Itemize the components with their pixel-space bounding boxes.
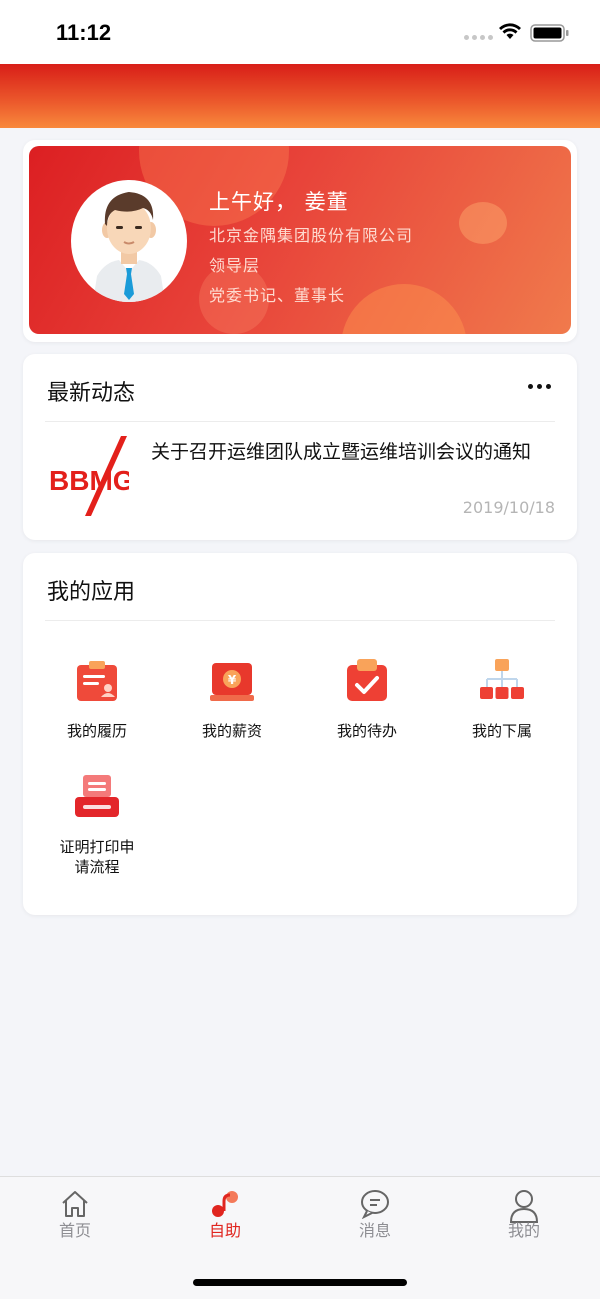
message-icon [361,1190,389,1219]
app-label: 我的薪资 [201,722,262,740]
avatar[interactable] [71,180,187,302]
bbmg-logo-text: BBMG [49,465,129,496]
greeting-text: 上午好， 姜董 [209,190,349,214]
app-label: 我的下属 [471,722,532,740]
app-label: 我的待办 [336,722,397,740]
printer-icon [75,775,119,817]
tab-self-service[interactable]: 自助 [185,1189,265,1241]
news-card: 最新动态 BBMG 关于召开运维团队成立暨运维培训会议的通知 2019/10/1… [23,354,577,540]
resume-icon [77,661,117,701]
subordinates-icon [480,659,524,699]
tab-label: 我的 [507,1221,540,1240]
app-subordinates[interactable]: 我的下属 [447,657,557,741]
home-indicator [193,1279,407,1286]
app-resume[interactable]: 我的履历 [42,657,152,741]
decorative-circle [341,284,467,334]
home-icon [62,1191,88,1217]
svg-text:¥: ¥ [228,673,237,687]
header-band [0,64,600,128]
app-label: 证明打印申请流程 [59,838,135,876]
bbmg-logo: BBMG [49,436,135,516]
tab-me[interactable]: 我的 [484,1189,564,1241]
status-bar: 11:12 [0,0,600,64]
battery-icon [530,24,569,42]
avatar-illustration [93,192,165,302]
tab-messages[interactable]: 消息 [335,1189,415,1241]
tab-label: 首页 [58,1221,91,1240]
company-name: 北京金隅集团股份有限公司 [209,226,414,245]
news-thumbnail: BBMG [47,434,135,520]
salary-icon: ¥ [210,663,254,701]
tab-home[interactable]: 首页 [35,1189,115,1241]
decorative-circle [459,202,507,244]
tab-label: 自助 [208,1221,241,1240]
divider [45,421,555,422]
role-text: 领导层 [209,256,261,275]
app-certificate-print[interactable]: 证明打印申请流程 [42,773,152,877]
more-icon[interactable] [528,384,551,389]
apps-section-title: 我的应用 [47,580,136,605]
cellular-signal-icon [464,35,493,40]
tab-label: 消息 [358,1221,391,1240]
self-service-icon [212,1191,238,1217]
position-text: 党委书记、董事长 [209,286,346,305]
todo-icon [347,659,387,701]
news-section-title: 最新动态 [47,381,136,406]
news-title: 关于召开运维团队成立暨运维培训会议的通知 [151,441,532,463]
wifi-icon [499,23,521,39]
news-item[interactable]: BBMG 关于召开运维团队成立暨运维培训会议的通知 2019/10/18 [47,434,555,524]
app-label: 我的履历 [66,722,127,740]
apps-card: 我的应用 我的履历 ¥ 我的薪资 我的待办 我的下属 证明打印申请流程 [23,553,577,915]
status-time: 11:12 [56,20,112,45]
divider [45,620,555,621]
profile-card[interactable]: 上午好， 姜董 北京金隅集团股份有限公司 领导层 党委书记、董事长 [23,140,577,342]
app-salary[interactable]: ¥ 我的薪资 [177,657,287,741]
news-date: 2019/10/18 [462,498,555,517]
profile-card-banner: 上午好， 姜董 北京金隅集团股份有限公司 领导层 党委书记、董事长 [29,146,571,334]
app-todo[interactable]: 我的待办 [312,657,422,741]
